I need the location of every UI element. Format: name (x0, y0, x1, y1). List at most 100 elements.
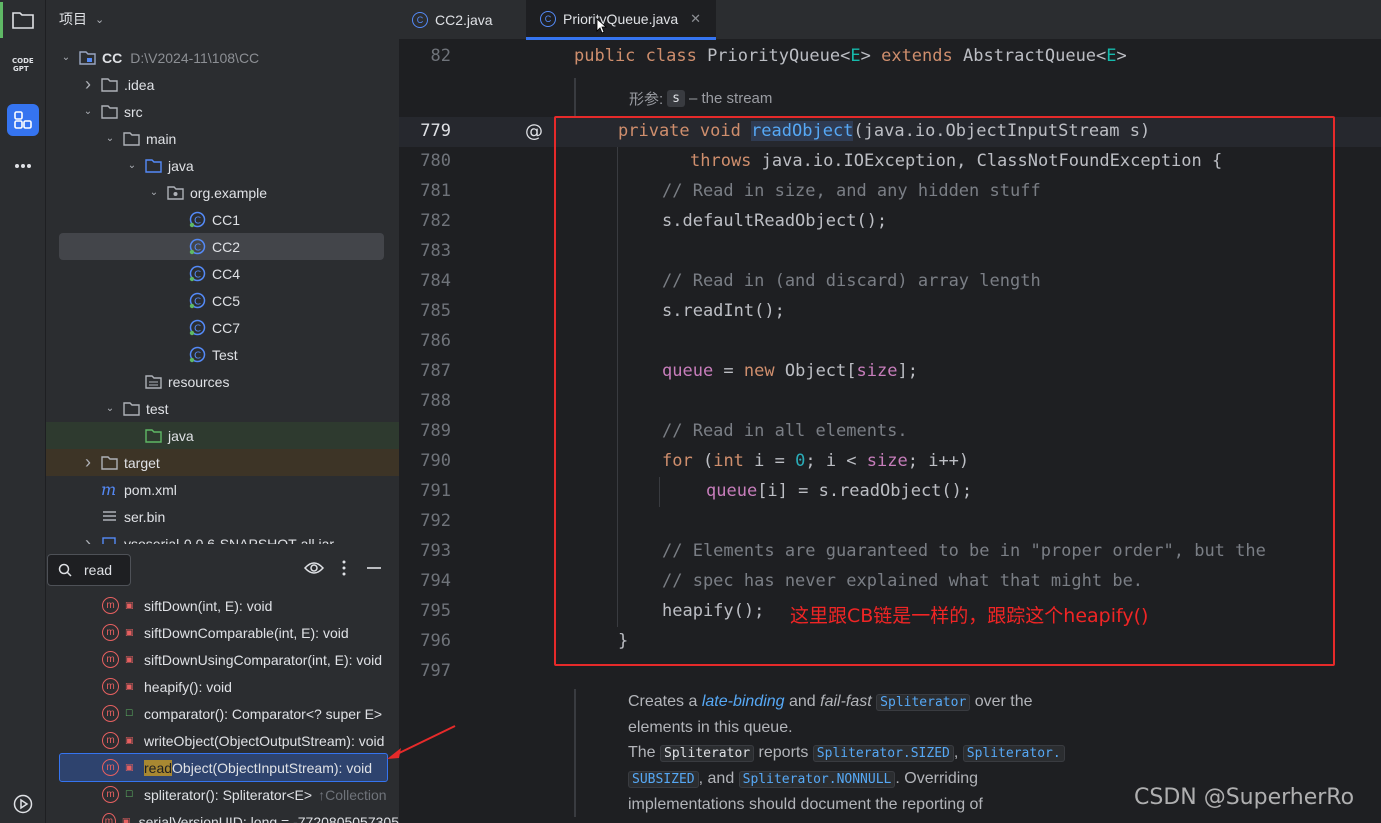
line-number: 779 (420, 121, 451, 141)
kebab-menu-icon[interactable] (342, 560, 346, 581)
test-folder-icon (145, 427, 162, 444)
structure-item[interactable]: m ▣ heapify(): void (46, 673, 399, 700)
tree-item[interactable]: m pom.xml (46, 476, 399, 503)
structure-item[interactable]: m ☐ spliterator(): Spliterator<E> ↑Collecti… (46, 781, 399, 808)
javadoc-link[interactable]: late-binding (702, 693, 785, 710)
chevron-down-icon[interactable]: ⌄ (81, 106, 95, 117)
structure-item[interactable]: m ▣ writeObject(ObjectOutputStream): void (46, 727, 399, 754)
line-number: 787 (420, 361, 451, 381)
line-number: 784 (420, 271, 451, 291)
tree-item[interactable]: › ysoserial-0.0.6-SNAPSHOT-all.jar (46, 530, 399, 544)
maven-icon: m (101, 481, 118, 498)
sticky-class-header[interactable]: public class PriorityQueue<E> extends Ab… (574, 46, 1127, 66)
chevron-right-icon[interactable]: › (81, 74, 95, 95)
tree-item[interactable]: C CC5 (46, 287, 399, 314)
codegpt-button[interactable]: CODE GPT (7, 48, 39, 80)
tab-priorityqueue[interactable]: C PriorityQueue.java ✕ (526, 0, 716, 40)
svg-text:m: m (101, 482, 116, 497)
chevron-down-icon[interactable]: ⌄ (103, 403, 117, 414)
tree-item[interactable]: C CC7 (46, 314, 399, 341)
structure-item[interactable]: m ▣ siftDown(int, E): void (46, 592, 399, 619)
folder-icon (123, 130, 140, 147)
tree-item-label: CC7 (212, 319, 241, 336)
tree-item[interactable]: C CC2 (46, 233, 399, 260)
structure-item[interactable]: m ▣ serialVersionUID: long = -772080505730… (46, 808, 399, 823)
more-icon (15, 164, 31, 168)
javadoc-code-link[interactable]: Spliterator.NONNULL (738, 771, 896, 788)
tree-item-label: java (168, 157, 194, 174)
javadoc-code-link[interactable]: Spliterator.SIZED (812, 745, 954, 762)
structure-item[interactable]: m ▣ read Object(ObjectInputStream): void (46, 753, 399, 782)
tree-item[interactable]: java (46, 422, 399, 449)
chevron-down-icon[interactable]: ⌄ (59, 52, 73, 63)
more-tools-button[interactable] (7, 150, 39, 182)
tree-item[interactable]: C CC1 (46, 206, 399, 233)
editor-tabs: C CC2.java C PriorityQueue.java ✕ (399, 0, 1381, 40)
search-icon (58, 563, 72, 577)
javadoc-code-link[interactable]: Spliterator (876, 694, 971, 711)
tree-item[interactable]: ⌄ main (46, 125, 399, 152)
structure-filter-bar: read (46, 552, 399, 588)
folder-icon (101, 103, 118, 120)
chevron-down-icon[interactable]: ⌄ (103, 133, 117, 144)
tree-item[interactable]: › .idea (46, 71, 399, 98)
java-class-icon: C (540, 10, 556, 27)
svg-text:C: C (194, 324, 201, 335)
structure-item-label: siftDownComparable(int, E): void (144, 624, 349, 641)
tree-item-label: resources (168, 373, 230, 390)
tab-cc2[interactable]: C CC2.java (399, 0, 525, 40)
lock-icon: ▣ (125, 681, 134, 691)
lock-icon: ▣ (125, 627, 134, 637)
structure-item[interactable]: m ▣ siftDownUsingComparator(int, E): void (46, 646, 399, 673)
line-number: 795 (420, 601, 451, 621)
tree-item[interactable]: ser.bin (46, 503, 399, 530)
chevron-down-icon[interactable]: ⌄ (147, 187, 161, 198)
tree-item[interactable]: ⌄ src (46, 98, 399, 125)
tree-item[interactable]: C CC4 (46, 260, 399, 287)
project-panel-header[interactable]: 项目 ⌄ (46, 0, 399, 38)
search-match: read (144, 759, 173, 776)
lock-icon: ▣ (125, 762, 134, 772)
run-services-button[interactable] (7, 788, 39, 820)
tree-item[interactable]: ⌄ org.example (46, 179, 399, 206)
chevron-right-icon[interactable]: › (81, 533, 95, 544)
tree-item[interactable]: ⌄ java (46, 152, 399, 179)
tree-item-label: ysoserial-0.0.6-SNAPSHOT-all.jar (124, 535, 335, 545)
structure-list: m ▣ siftDown(int, E): void m ▣ siftDownCompar… (46, 592, 399, 823)
line-number: 788 (420, 391, 451, 411)
line-number: 780 (420, 151, 451, 171)
active-indicator (0, 2, 3, 38)
structure-item[interactable]: m ☐ comparator(): Comparator<? super E> (46, 700, 399, 727)
annotation-text: 这里跟CB链是一样的，跟踪这个heapify() (790, 605, 1149, 627)
package-icon (167, 184, 184, 201)
javadoc-code-link[interactable]: SUBSIZED (628, 771, 699, 788)
tree-item[interactable]: ⌄ CC D:\V2024-11\108\CC (46, 44, 399, 71)
chevron-right-icon[interactable]: › (81, 452, 95, 473)
project-tool-button[interactable] (7, 4, 39, 36)
javadoc-code-link[interactable]: Spliterator. (962, 745, 1065, 762)
chevron-down-icon[interactable]: ⌄ (125, 160, 139, 171)
structure-item-label: Object(ObjectInputStream): void (172, 759, 373, 776)
tree-item[interactable]: resources (46, 368, 399, 395)
line-number: 785 (420, 301, 451, 321)
tree-item-label: main (146, 130, 177, 147)
svg-text:CODE: CODE (12, 57, 34, 65)
close-icon[interactable]: ✕ (690, 11, 701, 27)
line-number: 782 (420, 211, 451, 231)
override-gutter-icon[interactable]: @ (525, 121, 543, 142)
tree-item[interactable]: › target (46, 449, 399, 476)
structure-search-input[interactable]: read (47, 554, 131, 586)
tree-item-label: src (124, 103, 143, 120)
line-number: 790 (420, 451, 451, 471)
tree-item[interactable]: C Test (46, 341, 399, 368)
structure-item[interactable]: m ▣ siftDownComparable(int, E): void (46, 619, 399, 646)
structure-item-label: siftDownUsingComparator(int, E): void (144, 651, 383, 668)
eye-icon[interactable] (303, 560, 325, 581)
svg-text:C: C (194, 243, 201, 254)
code-editor[interactable]: 82 public class PriorityQueue<E> extends… (399, 41, 1381, 823)
minimize-icon[interactable] (366, 560, 382, 581)
structure-tool-button[interactable] (7, 104, 39, 136)
chevron-down-icon[interactable]: ⌄ (95, 13, 104, 26)
tree-item[interactable]: ⌄ test (46, 395, 399, 422)
tree-item-label: CC5 (212, 292, 241, 309)
